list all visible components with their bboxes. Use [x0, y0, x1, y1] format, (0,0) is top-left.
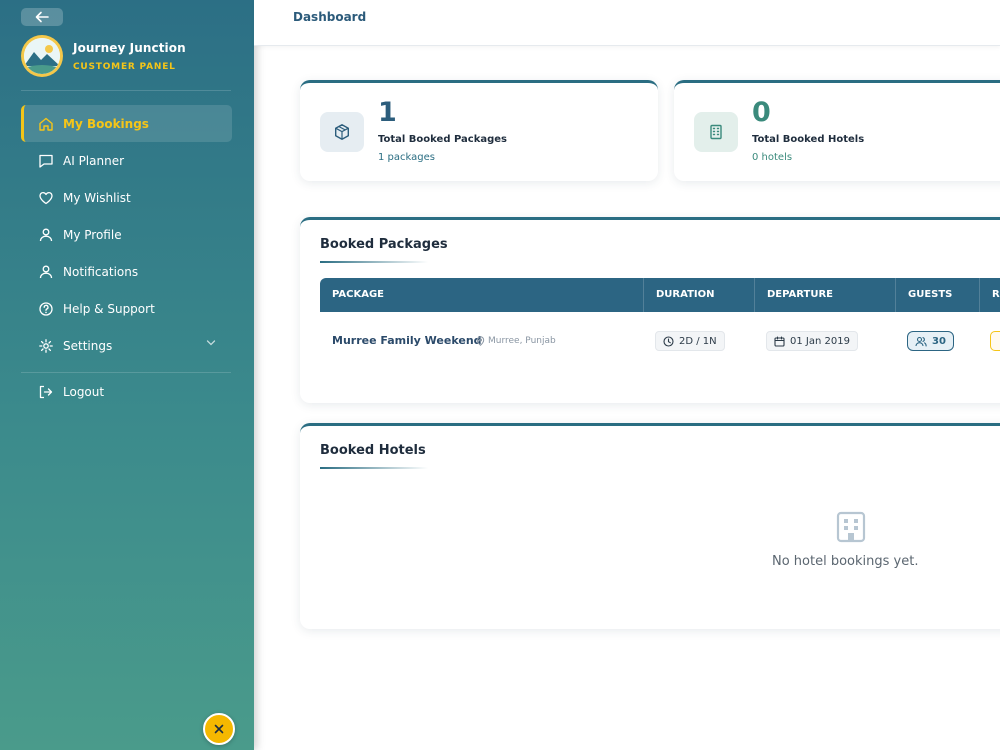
duration-text: 2D / 1N: [679, 335, 717, 347]
back-button[interactable]: [21, 8, 63, 26]
close-sidebar-button[interactable]: [203, 713, 235, 745]
package-location: Murree, Punjab: [476, 336, 556, 346]
column-header-duration: DURATION: [643, 278, 754, 312]
logout-label: Logout: [63, 384, 105, 399]
guests-count: 30: [932, 335, 946, 347]
sidebar-item-label: My Profile: [63, 227, 122, 242]
chat-icon: [36, 151, 56, 171]
table-header: PACKAGE DURATION DEPARTURE GUESTS R: [320, 278, 1000, 312]
arrow-left-icon: [35, 11, 49, 23]
sidebar-item-label: My Bookings: [63, 116, 149, 131]
heart-icon: [36, 188, 56, 208]
column-header-departure: DEPARTURE: [754, 278, 895, 312]
booked-hotels-card: Booked Hotels No hotel bookings yet.: [300, 423, 1000, 629]
sidebar-item-help-support[interactable]: Help & Support: [21, 290, 232, 327]
brand-logo: [21, 35, 63, 77]
topbar: Dashboard: [254, 0, 1000, 46]
home-icon: [36, 114, 56, 134]
stat-value: 0: [752, 97, 771, 128]
user-icon: [36, 262, 56, 282]
brand-subtitle: CUSTOMER PANEL: [73, 61, 176, 72]
departure-chip: 01 Jan 2019: [766, 331, 858, 351]
calendar-icon: [774, 335, 785, 347]
column-header-guests: GUESTS: [895, 278, 979, 312]
booked-packages-card: Booked Packages PACKAGE DURATION DEPARTU…: [300, 217, 1000, 403]
logout-section: Logout: [21, 373, 232, 410]
brand: Journey Junction CUSTOMER PANEL: [21, 35, 186, 77]
section-title: Booked Packages: [320, 237, 448, 252]
sidebar-item-settings[interactable]: Settings: [21, 327, 232, 364]
sidebar-item-label: Help & Support: [63, 301, 155, 316]
column-header-package: PACKAGE: [332, 289, 385, 300]
stat-label: Total Booked Hotels: [752, 134, 865, 145]
section-underline: [320, 467, 428, 469]
gear-icon: [36, 336, 56, 356]
package-location-text: Murree, Punjab: [488, 336, 556, 346]
chevron-down-icon: [206, 340, 216, 346]
package-name[interactable]: Murree Family Weekend: [332, 334, 482, 347]
status-badge: [990, 331, 1000, 351]
empty-state-text: No hotel bookings yet.: [772, 554, 919, 569]
departure-text: 01 Jan 2019: [790, 335, 850, 347]
stat-card-hotels: 0 Total Booked Hotels 0 hotels: [674, 80, 1000, 181]
building-icon: [836, 511, 866, 543]
logout-button[interactable]: Logout: [21, 373, 232, 410]
sidebar-item-label: My Wishlist: [63, 190, 131, 205]
sidebar-item-label: Notifications: [63, 264, 139, 279]
sidebar-item-label: Settings: [63, 338, 113, 353]
location-pin-icon: [476, 336, 485, 346]
sidebar-nav: My Bookings AI Planner My Wishlist My Pr…: [21, 105, 232, 364]
brand-name: Journey Junction: [73, 40, 186, 55]
sidebar-item-label: AI Planner: [63, 153, 125, 168]
sidebar-item-my-profile[interactable]: My Profile: [21, 216, 232, 253]
sidebar: Journey Junction CUSTOMER PANEL My Booki…: [0, 0, 254, 750]
clock-icon: [663, 335, 674, 347]
sidebar-item-my-wishlist[interactable]: My Wishlist: [21, 179, 232, 216]
sidebar-item-my-bookings[interactable]: My Bookings: [21, 105, 232, 142]
section-title: Booked Hotels: [320, 443, 426, 458]
duration-chip: 2D / 1N: [655, 331, 725, 351]
column-header-truncated: R: [979, 278, 1000, 312]
stat-subtext: 0 hotels: [752, 152, 793, 163]
sidebar-item-ai-planner[interactable]: AI Planner: [21, 142, 232, 179]
sidebar-item-notifications[interactable]: Notifications: [21, 253, 232, 290]
users-icon: [915, 336, 927, 347]
close-icon: [214, 724, 224, 734]
package-icon: [320, 112, 364, 152]
stat-value: 1: [378, 97, 397, 128]
guests-chip: 30: [907, 331, 954, 351]
section-underline: [320, 261, 428, 263]
user-icon: [36, 225, 56, 245]
stat-subtext: 1 packages: [378, 152, 435, 163]
stat-label: Total Booked Packages: [378, 134, 507, 145]
logout-icon: [36, 382, 56, 402]
mountain-logo-icon: [24, 38, 60, 74]
help-icon: [36, 299, 56, 319]
table-row[interactable]: Murree Family Weekend Murree, Punjab 2D …: [320, 312, 1000, 372]
stat-card-packages: 1 Total Booked Packages 1 packages: [300, 80, 658, 181]
building-icon: [694, 112, 738, 152]
sidebar-divider: [21, 90, 231, 91]
page-title: Dashboard: [293, 10, 367, 24]
